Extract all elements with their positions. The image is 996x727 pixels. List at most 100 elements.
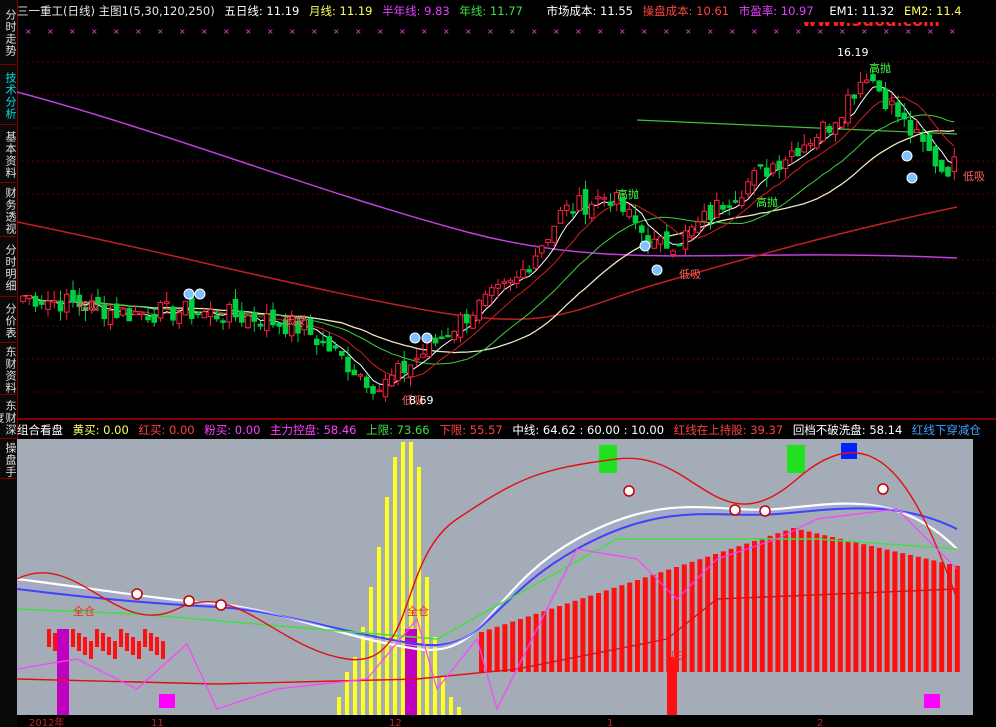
candle-body[interactable]	[126, 308, 133, 322]
candle-body[interactable]	[170, 306, 176, 321]
candle-body[interactable]	[445, 334, 451, 338]
candle-body[interactable]	[320, 340, 326, 344]
candle-body[interactable]	[345, 356, 351, 373]
candle-body[interactable]	[751, 170, 758, 186]
candle-body[interactable]	[763, 167, 770, 177]
candle-body[interactable]	[576, 195, 583, 212]
candle-body[interactable]	[695, 221, 701, 233]
candle-body[interactable]	[207, 309, 214, 318]
candle-body[interactable]	[926, 134, 933, 151]
candle-body[interactable]	[682, 230, 689, 250]
candle-body[interactable]	[945, 166, 951, 177]
indicator-chart[interactable]: 全仓 全仓底2012年 11 12 1 2	[17, 439, 996, 727]
candle-body[interactable]	[151, 313, 158, 323]
candle-body[interactable]	[538, 245, 545, 254]
candle-body[interactable]	[338, 350, 345, 356]
candle-body[interactable]	[488, 287, 495, 296]
candle-body[interactable]	[63, 293, 70, 313]
candle-body[interactable]	[788, 150, 795, 158]
candle-body[interactable]	[313, 338, 320, 346]
candle-body[interactable]	[145, 316, 151, 321]
candle-body[interactable]	[882, 88, 889, 110]
candle-body[interactable]	[726, 205, 733, 208]
candle-body[interactable]	[495, 284, 501, 289]
candle-body[interactable]	[826, 126, 833, 133]
candle-body[interactable]	[638, 225, 645, 233]
candle-body[interactable]	[545, 239, 551, 243]
candle-body[interactable]	[920, 134, 926, 142]
candle-body[interactable]	[432, 337, 439, 344]
candle-body[interactable]	[888, 100, 895, 106]
candle-body[interactable]	[913, 128, 920, 133]
candle-body[interactable]	[501, 281, 508, 284]
candle-body[interactable]	[220, 320, 226, 323]
candle-body[interactable]	[876, 80, 883, 92]
candle-body[interactable]	[663, 231, 670, 249]
candle-body[interactable]	[820, 121, 826, 142]
sidebar-tab-0[interactable]: 分时走势	[0, 2, 17, 65]
candle-body[interactable]	[551, 225, 558, 243]
candle-body[interactable]	[701, 210, 708, 222]
candle-body[interactable]	[326, 336, 333, 352]
candle-body[interactable]	[245, 315, 251, 329]
sidebar-tab-5[interactable]: 分价表	[0, 300, 17, 343]
candle-body[interactable]	[813, 136, 820, 149]
candle-body[interactable]	[845, 94, 851, 124]
candle-body[interactable]	[370, 386, 376, 394]
candle-body[interactable]	[38, 300, 45, 305]
candlestick-chart[interactable]: × × × × × × × × × × × × × × × × × × × × × × × × × × × × × × × × × × × × × × × ×…	[17, 22, 996, 418]
candle-body[interactable]	[901, 112, 908, 120]
candle-body[interactable]	[113, 303, 120, 318]
candle-body[interactable]	[463, 313, 470, 324]
candle-body[interactable]	[213, 315, 220, 320]
candle-body[interactable]	[251, 312, 258, 322]
candle-body[interactable]	[188, 297, 195, 319]
candle-body[interactable]	[101, 304, 108, 320]
candle-body[interactable]	[70, 290, 76, 303]
candle-body[interactable]	[138, 312, 145, 316]
indicator-name[interactable]: 组合看盘	[17, 423, 63, 437]
candle-body[interactable]	[182, 300, 189, 316]
candle-body[interactable]	[20, 295, 26, 303]
candle-body[interactable]	[263, 313, 270, 332]
candle-body[interactable]	[720, 204, 726, 210]
stock-title[interactable]: 三一重工(日线) 主图1(5,30,120,250)	[17, 4, 215, 18]
candle-body[interactable]	[832, 122, 839, 135]
sidebar-tab-8[interactable]: 操盘手	[0, 442, 17, 479]
candle-body[interactable]	[232, 298, 239, 318]
candle-body[interactable]	[401, 360, 408, 373]
sidebar-tab-3[interactable]: 财务透视	[0, 186, 17, 237]
candle-body[interactable]	[195, 312, 201, 316]
candle-body[interactable]	[951, 156, 958, 172]
candle-body[interactable]	[482, 293, 489, 306]
candle-body[interactable]	[382, 378, 389, 398]
candle-body[interactable]	[507, 279, 514, 283]
candle-body[interactable]	[388, 374, 395, 387]
candle-body[interactable]	[588, 203, 595, 219]
candle-body[interactable]	[532, 255, 539, 269]
candle-body[interactable]	[276, 323, 283, 327]
candle-body[interactable]	[713, 200, 720, 218]
candle-body[interactable]	[757, 164, 764, 167]
candle-body[interactable]	[776, 160, 783, 170]
candle-body[interactable]	[120, 308, 126, 316]
candle-body[interactable]	[413, 357, 420, 361]
candle-body[interactable]	[163, 301, 170, 305]
candle-body[interactable]	[707, 204, 714, 221]
candle-body[interactable]	[895, 102, 901, 117]
candle-body[interactable]	[32, 295, 39, 307]
candle-body[interactable]	[863, 79, 870, 83]
candle-body[interactable]	[470, 314, 476, 329]
candle-body[interactable]	[201, 311, 208, 319]
candle-body[interactable]	[376, 389, 383, 393]
candle-body[interactable]	[526, 269, 533, 273]
candle-body[interactable]	[782, 159, 789, 169]
sidebar-tab-2[interactable]: 基本资料	[0, 128, 17, 183]
candle-body[interactable]	[770, 163, 776, 174]
candle-body[interactable]	[907, 119, 914, 136]
candle-body[interactable]	[420, 353, 426, 358]
candle-body[interactable]	[807, 142, 814, 146]
candle-body[interactable]	[932, 146, 939, 167]
candle-body[interactable]	[670, 250, 676, 256]
candle-body[interactable]	[732, 200, 739, 203]
